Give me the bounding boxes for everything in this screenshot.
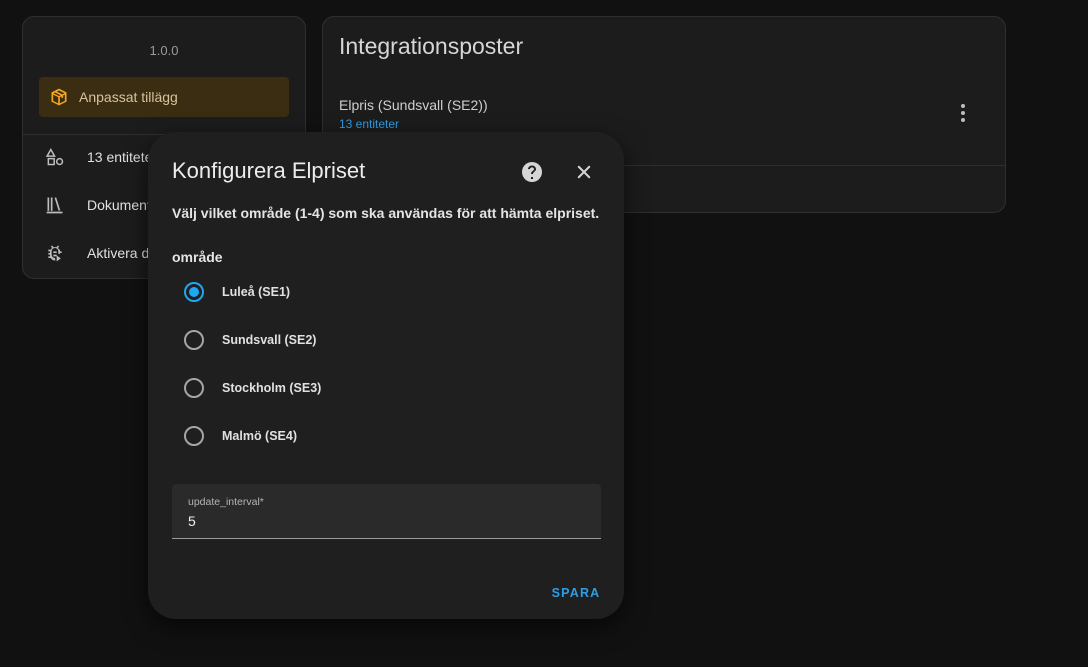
save-button[interactable]: SPARA	[546, 581, 606, 605]
custom-integration-badge: Anpassat tillägg	[39, 77, 289, 117]
update-interval-label: update_interval*	[188, 496, 264, 508]
config-dialog: Konfigurera Elpriset Välj vilket område …	[148, 132, 624, 619]
entities-row-label: 13 entiteter	[87, 149, 158, 165]
radio-button-checked[interactable]	[184, 282, 204, 302]
close-icon[interactable]	[572, 160, 596, 184]
dialog-description: Välj vilket område (1-4) som ska använda…	[172, 205, 600, 221]
radio-option-se3[interactable]: Stockholm (SE3)	[184, 374, 321, 402]
dialog-title: Konfigurera Elpriset	[172, 158, 366, 183]
radio-label: Stockholm (SE3)	[222, 381, 322, 395]
update-interval-input[interactable]	[188, 511, 568, 531]
radio-label: Sundsvall (SE2)	[222, 333, 317, 347]
radio-button[interactable]	[184, 426, 204, 446]
radio-option-se2[interactable]: Sundsvall (SE2)	[184, 326, 316, 354]
entry-entities-link[interactable]: 13 entiteter	[339, 117, 399, 131]
radio-label: Malmö (SE4)	[222, 429, 298, 443]
custom-badge-label: Anpassat tillägg	[79, 89, 178, 105]
area-field-label: område	[172, 249, 223, 265]
radio-option-se1[interactable]: Luleå (SE1)	[184, 278, 290, 306]
radio-button[interactable]	[184, 378, 204, 398]
radio-option-se4[interactable]: Malmö (SE4)	[184, 422, 297, 450]
package-icon	[49, 87, 69, 107]
radio-label: Luleå (SE1)	[222, 285, 291, 299]
radio-button[interactable]	[184, 330, 204, 350]
update-interval-field[interactable]: update_interval*	[172, 484, 601, 539]
version-label: 1.0.0	[149, 43, 179, 58]
more-options-icon[interactable]	[951, 101, 975, 125]
library-icon	[45, 195, 65, 215]
shapes-icon	[45, 147, 65, 167]
help-icon[interactable]	[520, 160, 544, 184]
entry-name[interactable]: Elpris (Sundsvall (SE2))	[339, 97, 488, 113]
bug-play-icon	[45, 243, 65, 263]
entries-title: Integrationsposter	[339, 33, 524, 59]
